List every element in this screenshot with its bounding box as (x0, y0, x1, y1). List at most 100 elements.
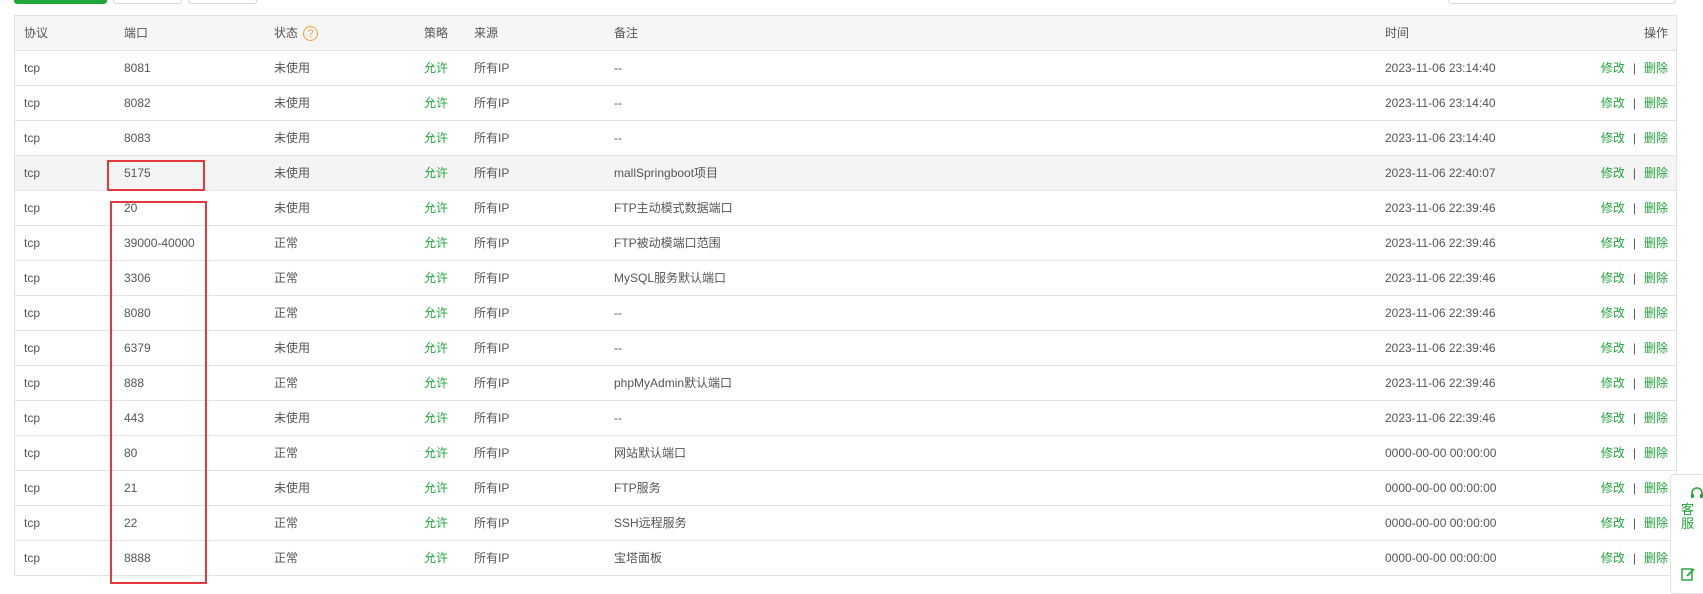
delete-link[interactable]: 删除 (1644, 236, 1668, 250)
policy-cell: 允许 (424, 271, 449, 285)
edit-link[interactable]: 修改 (1601, 61, 1625, 75)
remark-cell: MySQL服务默认端口 (614, 271, 727, 285)
edit-link[interactable]: 修改 (1601, 446, 1625, 460)
remark-cell: phpMyAdmin默认端口 (614, 376, 733, 390)
time-cell: 0000-00-00 00:00:00 (1385, 551, 1497, 565)
operation-separator: | (1632, 306, 1636, 320)
remark-cell: FTP服务 (614, 481, 661, 495)
edit-link[interactable]: 修改 (1601, 131, 1625, 145)
operations-cell: 修改 | 删除 (1601, 366, 1668, 400)
table-row: tcp 8888 正常 允许 所有IP 宝塔面板 0000-00-00 00:0… (15, 541, 1676, 576)
edit-link[interactable]: 修改 (1601, 271, 1625, 285)
status-cell: 未使用 (274, 411, 311, 425)
protocol-cell: tcp (24, 376, 41, 390)
policy-cell: 允许 (424, 551, 449, 565)
protocol-cell: tcp (24, 481, 41, 495)
delete-link[interactable]: 删除 (1644, 376, 1668, 390)
status-cell: 正常 (274, 376, 299, 390)
table-row: tcp 20 未使用 允许 所有IP FTP主动模式数据端口 2023-11-0… (15, 191, 1676, 226)
source-cell: 所有IP (474, 376, 510, 390)
headset-icon (1691, 487, 1703, 498)
delete-link[interactable]: 删除 (1644, 201, 1668, 215)
column-header-status-label: 状态 (274, 26, 299, 40)
protocol-cell: tcp (24, 131, 41, 145)
operation-separator: | (1632, 516, 1636, 530)
delete-link[interactable]: 删除 (1644, 166, 1668, 180)
edit-link[interactable]: 修改 (1601, 411, 1625, 425)
delete-link[interactable]: 删除 (1644, 481, 1668, 495)
policy-cell: 允许 (424, 61, 449, 75)
add-rule-button[interactable] (14, 0, 107, 4)
policy-cell: 允许 (424, 166, 449, 180)
delete-link[interactable]: 删除 (1644, 516, 1668, 530)
column-header-port: 端口 (124, 26, 149, 40)
delete-link[interactable]: 删除 (1644, 551, 1668, 565)
status-cell: 正常 (274, 551, 299, 565)
protocol-cell: tcp (24, 61, 41, 75)
time-cell: 2023-11-06 22:39:46 (1385, 376, 1496, 390)
remark-cell: -- (614, 61, 622, 75)
operation-separator: | (1632, 201, 1636, 215)
source-cell: 所有IP (474, 166, 510, 180)
delete-link[interactable]: 删除 (1644, 61, 1668, 75)
edit-link[interactable]: 修改 (1601, 516, 1625, 530)
column-header-operations: 操作 (1643, 26, 1668, 40)
remark-cell: -- (614, 306, 622, 320)
operations-cell: 修改 | 删除 (1601, 226, 1668, 260)
delete-link[interactable]: 删除 (1644, 131, 1668, 145)
remark-cell: -- (614, 411, 622, 425)
time-cell: 0000-00-00 00:00:00 (1385, 516, 1497, 530)
operations-cell: 修改 | 删除 (1601, 191, 1668, 225)
operations-cell: 修改 | 删除 (1601, 296, 1668, 330)
edit-link[interactable]: 修改 (1601, 376, 1625, 390)
table-row: tcp 443 未使用 允许 所有IP -- 2023-11-06 22:39:… (15, 401, 1676, 436)
policy-cell: 允许 (424, 201, 449, 215)
help-icon[interactable]: ? (303, 26, 319, 42)
status-cell: 正常 (274, 446, 299, 460)
edit-link[interactable]: 修改 (1601, 551, 1625, 565)
status-cell: 未使用 (274, 96, 311, 110)
edit-link[interactable]: 修改 (1601, 481, 1625, 495)
edit-link[interactable]: 修改 (1601, 341, 1625, 355)
delete-link[interactable]: 删除 (1644, 446, 1668, 460)
time-cell: 2023-11-06 23:14:40 (1385, 96, 1496, 110)
edit-link[interactable]: 修改 (1601, 166, 1625, 180)
operation-separator: | (1632, 376, 1636, 390)
protocol-cell: tcp (24, 236, 41, 250)
edit-icon[interactable] (1680, 566, 1696, 582)
port-cell: 80 (124, 446, 138, 460)
protocol-cell: tcp (24, 446, 41, 460)
customer-service-button[interactable]: 客服 (1671, 487, 1703, 531)
remark-cell: FTP主动模式数据端口 (614, 201, 733, 215)
search-input[interactable] (1448, 0, 1676, 4)
edit-link[interactable]: 修改 (1601, 96, 1625, 110)
delete-link[interactable]: 删除 (1644, 271, 1668, 285)
delete-link[interactable]: 删除 (1644, 96, 1668, 110)
status-cell: 未使用 (274, 166, 311, 180)
port-cell: 5175 (124, 166, 151, 180)
remark-cell: -- (614, 341, 622, 355)
delete-link[interactable]: 删除 (1644, 341, 1668, 355)
toolbar-button-3[interactable] (188, 0, 257, 4)
remark-cell: SSH远程服务 (614, 516, 687, 530)
delete-link[interactable]: 删除 (1644, 411, 1668, 425)
toolbar-button-2[interactable] (113, 0, 182, 4)
operation-separator: | (1632, 271, 1636, 285)
protocol-cell: tcp (24, 551, 41, 565)
source-cell: 所有IP (474, 61, 510, 75)
port-cell: 8081 (124, 61, 151, 75)
time-cell: 2023-11-06 22:39:46 (1385, 306, 1496, 320)
edit-link[interactable]: 修改 (1601, 201, 1625, 215)
source-cell: 所有IP (474, 271, 510, 285)
edit-link[interactable]: 修改 (1601, 306, 1625, 320)
operation-separator: | (1632, 236, 1636, 250)
port-cell: 888 (124, 376, 145, 390)
side-panel: 客服 (1670, 474, 1703, 594)
port-cell: 8082 (124, 96, 151, 110)
source-cell: 所有IP (474, 201, 510, 215)
operations-cell: 修改 | 删除 (1601, 261, 1668, 295)
column-header-policy: 策略 (424, 26, 449, 40)
edit-link[interactable]: 修改 (1601, 236, 1625, 250)
delete-link[interactable]: 删除 (1644, 306, 1668, 320)
policy-cell: 允许 (424, 131, 449, 145)
